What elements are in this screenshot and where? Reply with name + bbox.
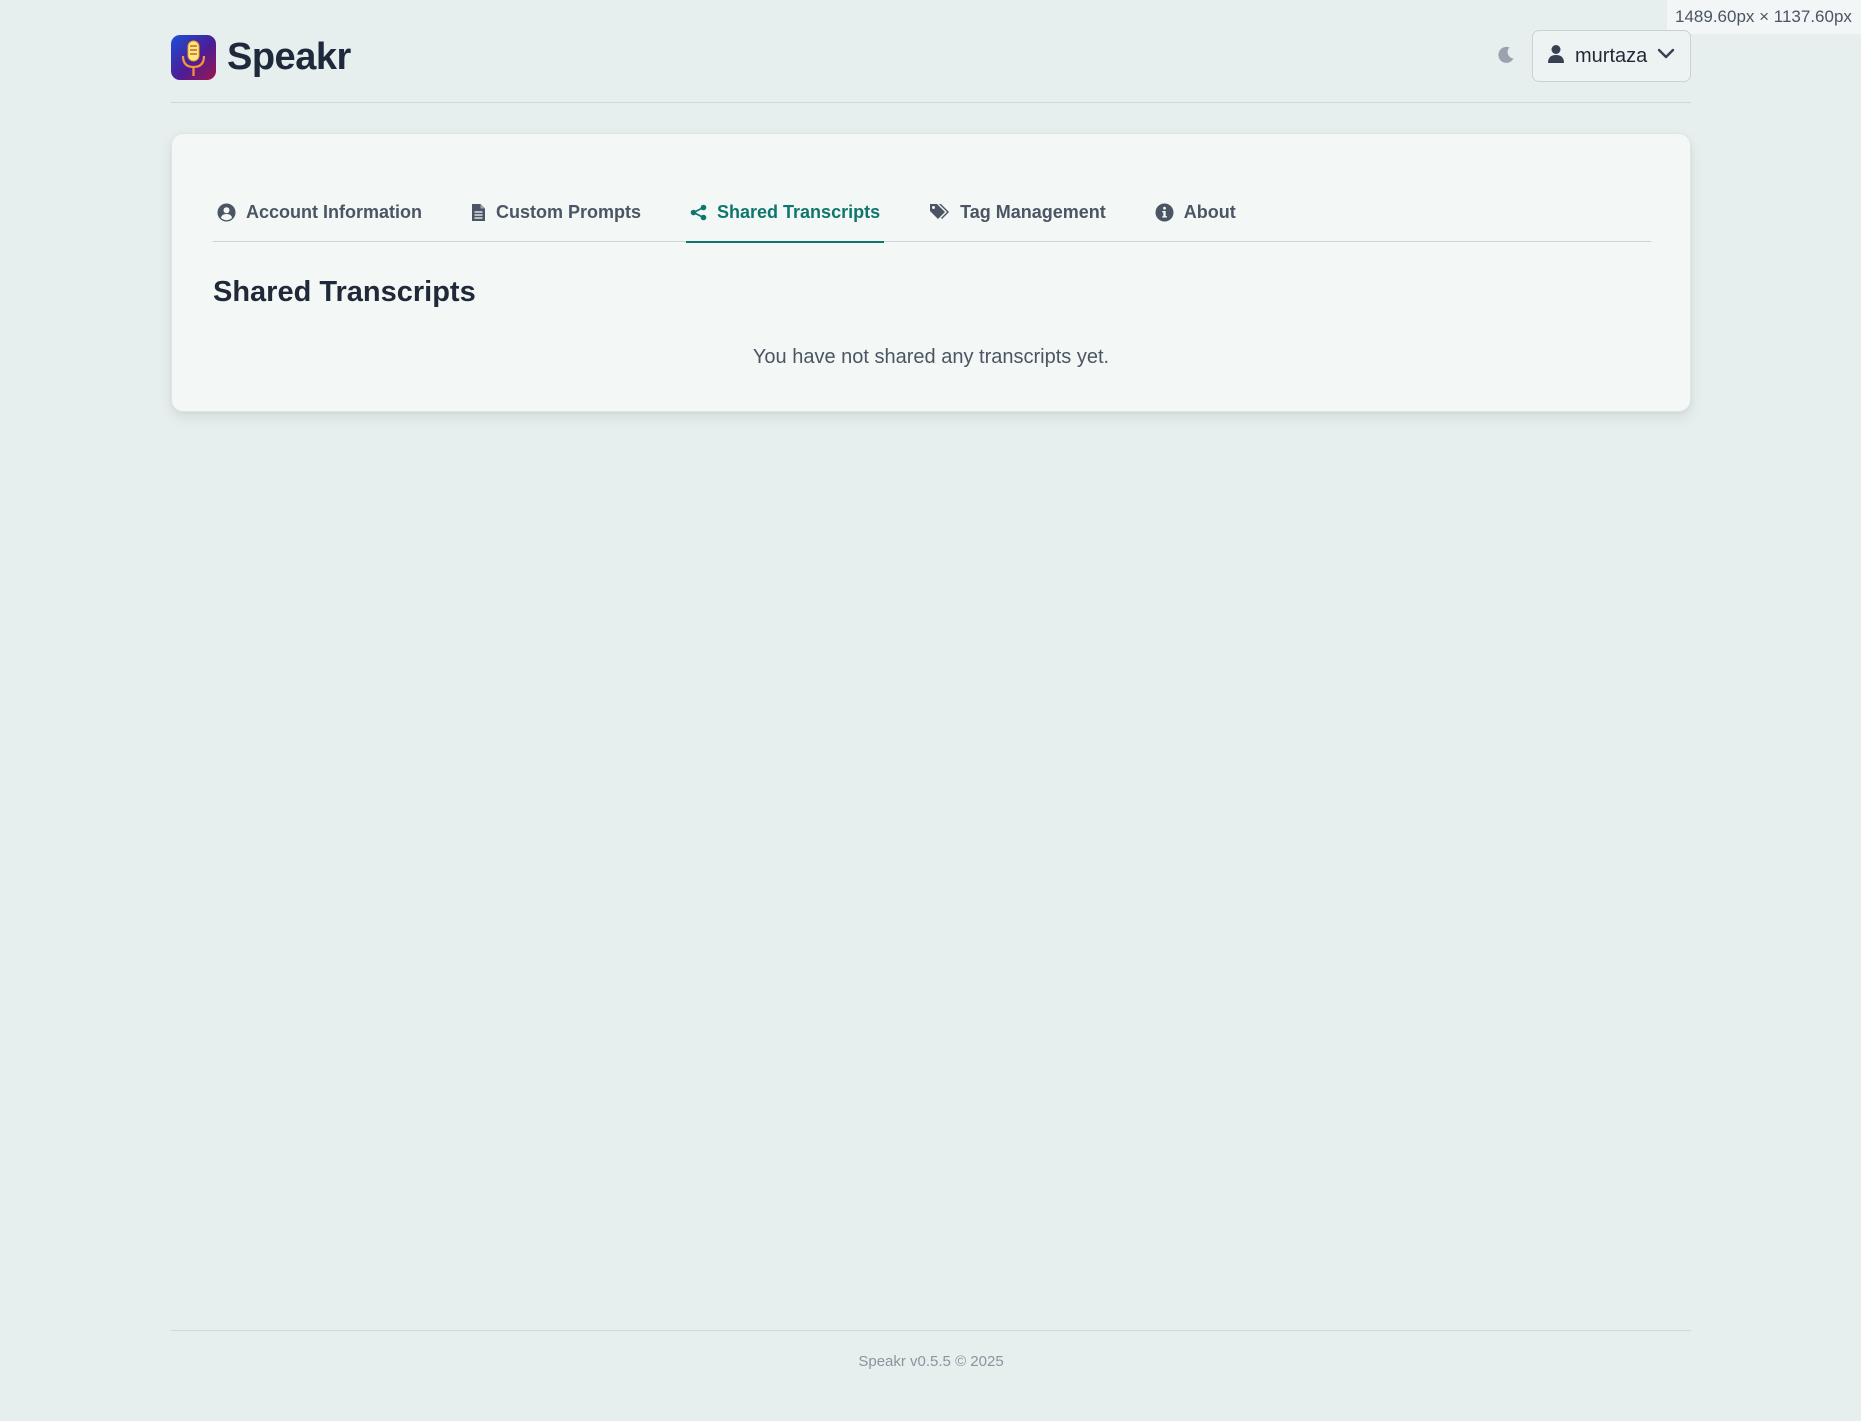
tab-label: Tag Management <box>960 201 1106 222</box>
tags-icon <box>929 203 950 221</box>
settings-card: Account Information Custom Prompts Share… <box>171 133 1691 412</box>
footer-text: Speakr v0.5.5 © 2025 <box>858 1353 1004 1370</box>
info-icon <box>1155 203 1174 222</box>
tab-label: Account Information <box>246 201 422 222</box>
empty-state-message: You have not shared any transcripts yet. <box>752 346 1110 368</box>
chevron-down-icon <box>1657 47 1675 65</box>
section-title: Shared Transcripts <box>213 276 476 308</box>
tab-tag-management[interactable]: Tag Management <box>925 182 1110 242</box>
user-circle-icon <box>217 203 236 222</box>
tab-about[interactable]: About <box>1151 182 1240 242</box>
settings-tabs: Account Information Custom Prompts Share… <box>213 182 1651 243</box>
tab-label: Custom Prompts <box>496 201 642 222</box>
tab-label: About <box>1183 201 1236 222</box>
microphone-logo-icon <box>171 34 216 80</box>
viewport-size-badge: 1489.60px × 1137.60px <box>1667 0 1861 34</box>
dark-mode-toggle[interactable] <box>1493 44 1519 70</box>
brand-name: Speakr <box>227 35 351 78</box>
username: murtaza <box>1575 44 1648 67</box>
moon-icon <box>1496 45 1516 70</box>
share-icon <box>690 204 707 221</box>
tab-label: Shared Transcripts <box>717 201 881 222</box>
user-menu-button[interactable]: murtaza <box>1532 30 1691 82</box>
tab-custom-prompts[interactable]: Custom Prompts <box>467 182 645 242</box>
app-footer: Speakr v0.5.5 © 2025 <box>171 1330 1691 1390</box>
brand[interactable]: Speakr <box>171 34 351 80</box>
user-icon <box>1547 44 1565 69</box>
app-header: Speakr murtaza <box>171 0 1691 103</box>
tab-shared-transcripts[interactable]: Shared Transcripts <box>686 182 885 243</box>
tab-account-information[interactable]: Account Information <box>213 182 426 242</box>
file-icon <box>471 203 486 222</box>
